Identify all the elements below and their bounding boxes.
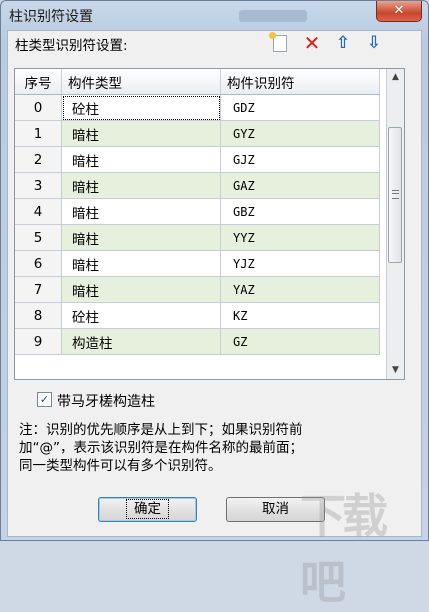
note-line: 加“@”，表示该识别符是在构件名称的最前面；: [19, 440, 303, 456]
new-icon: [269, 32, 287, 52]
table-row[interactable]: 6 暗柱 YJZ: [15, 250, 380, 277]
row-code-cell[interactable]: GZ: [220, 328, 380, 355]
title-blur: [239, 10, 307, 22]
table-row[interactable]: 2 暗柱 GJZ: [15, 146, 380, 173]
note-line: 同一类型构件可以有多个识别符。: [19, 458, 222, 474]
row-type-cell[interactable]: 暗柱: [61, 172, 221, 199]
close-button[interactable]: ✕: [376, 1, 422, 22]
row-type-cell[interactable]: 暗柱: [61, 276, 221, 303]
row-type-cell[interactable]: 暗柱: [61, 224, 221, 251]
row-seq: 4: [15, 198, 62, 225]
row-seq: 9: [15, 328, 62, 355]
scroll-down-arrow-icon[interactable]: ▼: [387, 362, 404, 379]
note-line: 注：识别的优先顺序是从上到下；如果识别符前: [19, 422, 303, 438]
table-row[interactable]: 5 暗柱 YYZ: [15, 224, 380, 251]
row-seq: 3: [15, 172, 62, 199]
row-code-cell[interactable]: GDZ: [220, 94, 380, 121]
row-type-cell[interactable]: 暗柱: [61, 198, 221, 225]
new-row-button[interactable]: [269, 32, 291, 54]
row-seq: 0: [15, 94, 62, 121]
row-seq: 5: [15, 224, 62, 251]
scroll-up-arrow-icon[interactable]: ▲: [387, 69, 404, 86]
row-seq: 2: [15, 146, 62, 173]
include-maya-label: 带马牙槎构造柱: [57, 394, 155, 410]
include-maya-checkbox[interactable]: ✓: [37, 392, 52, 407]
row-code-cell[interactable]: GJZ: [220, 146, 380, 173]
row-seq: 7: [15, 276, 62, 303]
column-header-code[interactable]: 构件识别符: [220, 69, 380, 95]
row-code-cell[interactable]: YJZ: [220, 250, 380, 277]
table-row[interactable]: 7 暗柱 YAZ: [15, 276, 380, 303]
row-type-cell[interactable]: 砼柱: [61, 94, 221, 121]
row-type-cell[interactable]: 暗柱: [61, 120, 221, 147]
move-down-button[interactable]: ⇩: [363, 32, 385, 54]
table-row[interactable]: 1 暗柱 GYZ: [15, 120, 380, 147]
move-up-button[interactable]: ⇧: [332, 32, 354, 54]
table-row[interactable]: 3 暗柱 GAZ: [15, 172, 380, 199]
row-code-cell[interactable]: YYZ: [220, 224, 380, 251]
row-code-cell[interactable]: YAZ: [220, 276, 380, 303]
ok-button-label: 确定: [126, 499, 169, 519]
table-header-row: 序号 构件类型 构件识别符: [15, 69, 380, 95]
arrow-up-icon: ⇧: [335, 33, 351, 53]
arrow-down-icon: ⇩: [366, 33, 382, 53]
identifier-table: 序号 构件类型 构件识别符 0 砼柱 GDZ 1 暗柱 GYZ 2 暗柱 GJZ: [15, 69, 380, 355]
scrollbar-thumb[interactable]: [388, 127, 402, 263]
row-code-cell[interactable]: KZ: [220, 302, 380, 329]
column-header-type[interactable]: 构件类型: [61, 69, 221, 95]
delete-row-button[interactable]: ✕: [301, 32, 323, 54]
row-code-cell[interactable]: GYZ: [220, 120, 380, 147]
table-row[interactable]: 8 砼柱 KZ: [15, 302, 380, 329]
row-seq: 8: [15, 302, 62, 329]
table-row[interactable]: 0 砼柱 GDZ: [15, 94, 380, 121]
row-code-cell[interactable]: GAZ: [220, 172, 380, 199]
title-bar[interactable]: 柱识别符设置 ✕: [1, 1, 428, 31]
window-title: 柱识别符设置: [9, 9, 93, 25]
ok-button[interactable]: 确定: [98, 497, 197, 522]
vertical-scrollbar[interactable]: ▲ ▼: [386, 69, 404, 379]
row-seq: 1: [15, 120, 62, 147]
watermark-logo: 下载吧: [300, 489, 388, 609]
section-label: 柱类型识别符设置:: [15, 38, 128, 54]
row-type-cell[interactable]: 砼柱: [61, 302, 221, 329]
delete-icon: ✕: [303, 31, 321, 55]
row-type-cell[interactable]: 暗柱: [61, 250, 221, 277]
table-row[interactable]: 9 构造柱 GZ: [15, 328, 380, 355]
row-code-cell[interactable]: GBZ: [220, 198, 380, 225]
note-text: 注：识别的优先顺序是从上到下；如果识别符前 加“@”，表示该识别符是在构件名称的…: [19, 421, 411, 475]
thumb-grip-icon: [392, 190, 399, 199]
row-type-cell[interactable]: 暗柱: [61, 146, 221, 173]
row-type-cell[interactable]: 构造柱: [61, 328, 221, 355]
table-row[interactable]: 4 暗柱 GBZ: [15, 198, 380, 225]
column-header-seq[interactable]: 序号: [15, 69, 62, 95]
row-seq: 6: [15, 250, 62, 277]
identifier-grid[interactable]: 序号 构件类型 构件识别符 0 砼柱 GDZ 1 暗柱 GYZ 2 暗柱 GJZ: [14, 68, 405, 380]
